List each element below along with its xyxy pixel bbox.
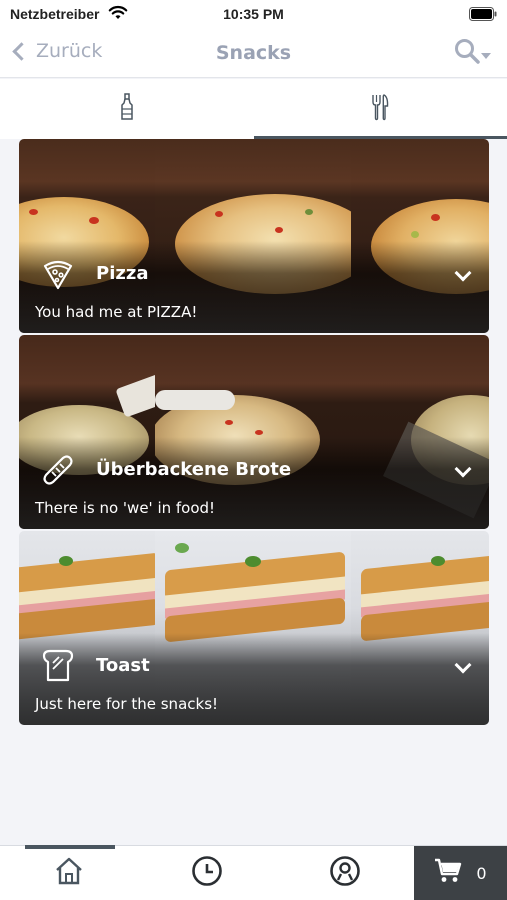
category-tagline: Just here for the snacks! (35, 695, 219, 713)
tab-food[interactable] (253, 79, 507, 139)
cutlery-icon (371, 93, 389, 125)
page-title: Snacks (215, 42, 292, 64)
tab-drinks[interactable] (0, 79, 254, 139)
tab-home[interactable] (0, 845, 138, 900)
pizza-slice-icon (41, 257, 75, 291)
category-card-ueberbackene-brote[interactable]: Überbackene Brote There is no 'we' in fo… (19, 335, 489, 529)
status-bar: Netzbetreiber 10:35 PM (0, 0, 507, 30)
bottle-icon (120, 93, 134, 125)
category-card-pizza[interactable]: Pizza You had me at PIZZA! (19, 139, 489, 333)
battery-icon (469, 7, 497, 24)
cart-icon (434, 858, 462, 888)
category-name: Überbackene Brote (96, 459, 292, 480)
category-name: Toast (96, 655, 150, 676)
dropdown-caret-icon (481, 53, 491, 59)
navigation-bar: Zurück Snacks (0, 30, 507, 78)
category-card-toast[interactable]: Toast Just here for the snacks! (19, 531, 489, 725)
category-name: Pizza (96, 263, 149, 284)
bottom-tab-bar: 0 (0, 845, 507, 900)
search-button[interactable] (454, 38, 491, 68)
tab-account[interactable] (276, 846, 414, 900)
user-icon (329, 855, 361, 891)
search-icon (454, 38, 480, 68)
baguette-icon (41, 453, 75, 487)
toast-icon (41, 649, 75, 683)
category-tabs (0, 79, 507, 139)
home-icon (54, 856, 84, 890)
cart-button[interactable]: 0 (414, 846, 507, 900)
category-tagline: You had me at PIZZA! (35, 303, 198, 321)
category-list: Pizza You had me at PIZZA! Überbackene B… (19, 139, 489, 727)
category-tagline: There is no 'we' in food! (35, 499, 216, 517)
tab-orders[interactable] (138, 846, 276, 900)
clock-icon (191, 855, 223, 891)
cart-count: 0 (476, 863, 487, 883)
clock-time: 10:35 PM (223, 6, 284, 22)
